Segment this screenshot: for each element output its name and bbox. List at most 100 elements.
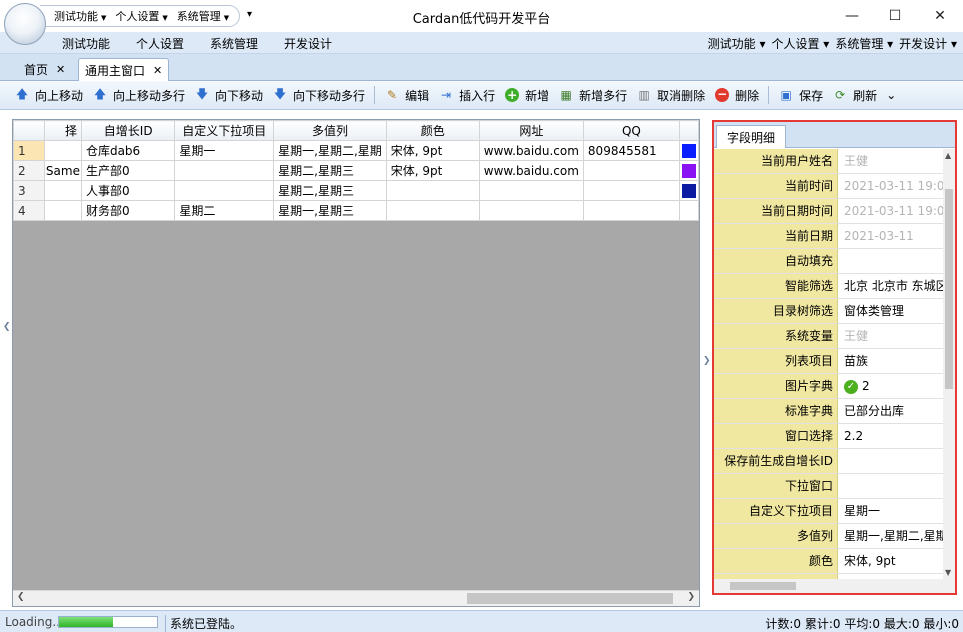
table-cell[interactable]: 生产部0 (80, 160, 176, 181)
table-row[interactable]: 2 Same 生产部0 星期二,星期三 宋体, 9pt www.baidu.co… (13, 160, 699, 181)
undo-delete-button[interactable]: ▥ 取消删除 (636, 87, 705, 104)
table-cell[interactable] (174, 180, 275, 201)
table-cell[interactable] (385, 200, 480, 221)
menu-settings[interactable]: 个人设置 (136, 35, 184, 52)
close-icon[interactable]: ✕ (56, 63, 65, 76)
table-cell[interactable]: 809845581 (582, 140, 680, 161)
grid-corner[interactable] (13, 120, 45, 141)
splitter-left-arrow-icon[interactable]: ❮ (3, 322, 11, 332)
save-button[interactable]: ▣ 保存 (778, 87, 823, 104)
add-button[interactable]: + 新增 (504, 87, 549, 104)
table-cell[interactable]: 星期一,星期二,星期 (273, 140, 387, 161)
property-value[interactable]: 星期一 (838, 499, 945, 523)
toolbar-overflow-button[interactable]: ⌄ (886, 88, 896, 102)
property-row[interactable]: 颜色 宋体, 9pt (714, 549, 945, 574)
close-button[interactable]: ✕ (917, 2, 963, 30)
property-value[interactable]: 星期一,星期二,星期 (838, 524, 945, 548)
grid-horizontal-scrollbar[interactable]: ❮ ❯ (13, 590, 699, 606)
property-row[interactable]: 智能筛选 北京 北京市 东城区 (714, 274, 945, 299)
scrollbar-thumb[interactable] (945, 189, 953, 389)
menu-dev[interactable]: 开发设计 (284, 35, 332, 52)
scroll-down-icon[interactable]: ▼ (945, 568, 951, 577)
menu-right-test[interactable]: 测试功能 ▾ (708, 35, 766, 52)
property-value[interactable]: 王健 (838, 324, 945, 348)
property-row[interactable]: 当前时间 2021-03-11 19:06 (714, 174, 945, 199)
column-header[interactable]: 颜色 (385, 120, 480, 141)
menu-right-dev[interactable]: 开发设计 ▾ (899, 35, 957, 52)
property-value[interactable]: 2.2 (838, 424, 945, 448)
menu-system[interactable]: 系统管理 (210, 35, 258, 52)
property-row[interactable]: 当前用户姓名 王健 (714, 149, 945, 174)
property-row[interactable]: 列表项目 苗族 (714, 349, 945, 374)
row-number[interactable]: 1 (13, 140, 45, 161)
property-value[interactable]: 窗体类管理 (838, 299, 945, 323)
app-menu-orb[interactable] (4, 3, 46, 45)
table-cell[interactable]: 星期一 (174, 140, 275, 161)
menu-right-settings[interactable]: 个人设置 ▾ (771, 35, 829, 52)
close-icon[interactable]: ✕ (153, 64, 162, 77)
column-header[interactable]: 网址 (478, 120, 584, 141)
delete-button[interactable]: − 删除 (714, 87, 759, 104)
table-cell[interactable]: 仓库dab6 (80, 140, 176, 161)
color-cell[interactable] (678, 200, 699, 221)
tab-field-detail[interactable]: 字段明细 (716, 125, 787, 148)
color-cell[interactable] (678, 160, 699, 181)
property-value[interactable]: ✓ 2 (838, 374, 945, 398)
table-cell[interactable] (385, 180, 480, 201)
table-cell[interactable] (43, 180, 82, 201)
property-value[interactable]: 王健 (838, 149, 945, 173)
table-cell[interactable] (43, 200, 82, 221)
tab-home[interactable]: 首页 ✕ (18, 58, 71, 81)
move-down-multi-button[interactable]: 🡇 向下移动多行 (272, 87, 365, 104)
move-down-button[interactable]: 🡇 向下移动 (194, 87, 263, 104)
tab-main-window[interactable]: 通用主窗口 ✕ (78, 58, 170, 81)
maximize-button[interactable]: ☐ (872, 2, 918, 30)
color-cell[interactable] (678, 140, 699, 161)
property-row[interactable]: 保存前生成自增长ID (714, 449, 945, 474)
menu-right-system[interactable]: 系统管理 ▾ (835, 35, 893, 52)
add-multi-button[interactable]: ▦ 新增多行 (558, 87, 627, 104)
table-cell[interactable]: 星期二,星期三 (273, 180, 387, 201)
table-cell[interactable] (478, 200, 584, 221)
property-value[interactable]: 2021-03-11 (838, 224, 945, 248)
scrollbar-thumb[interactable] (467, 593, 673, 604)
refresh-button[interactable]: ⟳ 刷新 (832, 87, 877, 104)
table-cell[interactable]: 星期二,星期三 (273, 160, 387, 181)
table-cell[interactable] (582, 200, 680, 221)
property-value[interactable]: 宋体, 9pt (838, 549, 945, 573)
property-value[interactable] (838, 449, 945, 473)
column-header[interactable]: 多值列 (273, 120, 387, 141)
panel-horizontal-scrollbar[interactable] (714, 579, 955, 593)
property-row[interactable]: 目录树筛选 窗体类管理 (714, 299, 945, 324)
table-cell[interactable]: www.baidu.com (478, 160, 584, 181)
table-cell[interactable] (43, 140, 82, 161)
column-header[interactable]: 择 (43, 120, 82, 141)
property-row[interactable]: 自定义下拉项目 星期一 (714, 499, 945, 524)
property-row[interactable]: 标准字典 已部分出库 (714, 399, 945, 424)
property-row[interactable]: 自动填充 (714, 249, 945, 274)
property-value[interactable]: 苗族 (838, 349, 945, 373)
property-value[interactable] (838, 249, 945, 273)
property-row[interactable]: 图片字典 ✓ 2 (714, 374, 945, 399)
scrollbar-thumb[interactable] (730, 582, 796, 590)
property-row[interactable]: 多值列 星期一,星期二,星期 (714, 524, 945, 549)
table-cell[interactable] (582, 160, 680, 181)
table-cell[interactable]: Same (43, 160, 82, 181)
table-cell[interactable]: 星期一,星期三 (273, 200, 387, 221)
table-row[interactable]: 1 仓库dab6 星期一 星期一,星期二,星期 宋体, 9pt www.baid… (13, 140, 699, 161)
column-header[interactable]: 自定义下拉项目 (174, 120, 275, 141)
scroll-up-icon[interactable]: ▲ (945, 151, 951, 160)
table-row[interactable]: 3 人事部0 星期二,星期三 (13, 180, 699, 201)
property-row[interactable]: 系统变量 王健 (714, 324, 945, 349)
table-cell[interactable] (478, 180, 584, 201)
property-row[interactable]: 下拉窗口 (714, 474, 945, 499)
table-cell[interactable]: 人事部0 (80, 180, 176, 201)
edit-button[interactable]: ✎ 编辑 (384, 87, 429, 104)
move-up-multi-button[interactable]: 🡅 向上移动多行 (92, 87, 185, 104)
table-cell[interactable] (174, 160, 275, 181)
property-row[interactable]: 当前日期 2021-03-11 (714, 224, 945, 249)
property-value[interactable]: 2021-03-11 19:06 (838, 199, 945, 223)
table-row[interactable]: 4 财务部0 星期二 星期一,星期三 (13, 200, 699, 221)
table-cell[interactable]: 星期二 (174, 200, 275, 221)
property-value[interactable] (838, 474, 945, 498)
